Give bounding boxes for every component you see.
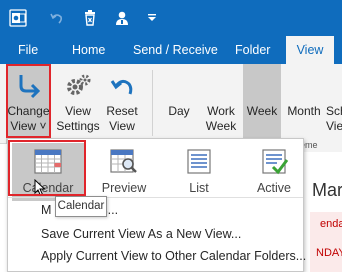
calendar-header-fragment: endar <box>320 218 342 230</box>
calendar-tooltip: Calendar <box>55 196 107 217</box>
delete-icon[interactable] <box>82 9 98 27</box>
view-option-list-label: List <box>189 181 209 195</box>
view-option-preview-label: Preview <box>101 181 147 195</box>
day-view-label: Day <box>168 104 190 118</box>
month-view-label: Month <box>287 104 321 118</box>
preview-icon <box>88 147 160 177</box>
schedule-view-label: Sch <box>326 104 342 118</box>
active-icon <box>238 147 310 177</box>
change-view-button[interactable]: Change View ˅ <box>6 64 51 144</box>
view-option-active[interactable]: Active <box>238 143 310 201</box>
tab-home[interactable]: Home <box>72 36 105 64</box>
view-settings-button[interactable]: View Settings <box>54 64 102 144</box>
gear-icon <box>54 72 102 102</box>
schedule-view-label-2: Vie <box>326 119 342 133</box>
change-view-dropdown: Calendar Preview List Active Ms... Save … <box>7 138 306 272</box>
reset-view-label-2: View <box>109 119 135 133</box>
undo-icon[interactable] <box>49 9 65 27</box>
day-view-button[interactable]: Day <box>160 64 198 144</box>
work-week-view-button[interactable]: Work Week <box>201 64 241 144</box>
tab-send-receive[interactable]: Send / Receive <box>133 36 218 64</box>
change-view-icon <box>6 72 51 102</box>
save-view-menu-item[interactable]: Save Current View As a New View... <box>41 227 241 241</box>
calendar-icon <box>12 147 84 177</box>
menu-divider <box>8 197 303 198</box>
change-view-label-2: View ˅ <box>10 119 47 133</box>
view-option-preview[interactable]: Preview <box>88 143 160 201</box>
tab-view[interactable]: View <box>286 36 334 64</box>
outlook-app-icon <box>8 9 28 27</box>
month-view-button[interactable]: Month <box>284 64 324 144</box>
list-icon <box>163 147 235 177</box>
reset-view-label: Reset <box>106 104 138 118</box>
calendar-date-heading: Mar <box>312 180 342 200</box>
ribbon-separator <box>152 70 153 136</box>
week-view-button[interactable]: Week <box>243 64 281 144</box>
mouse-cursor-icon <box>34 178 46 200</box>
manage-views-label-start: M <box>41 203 52 217</box>
view-option-list[interactable]: List <box>163 143 235 201</box>
view-settings-label: View <box>65 104 91 118</box>
ribbon-tabs: File Home Send / Receive Folder View <box>0 36 342 64</box>
work-week-label-2: Week <box>205 119 237 133</box>
week-view-label: Week <box>246 104 278 118</box>
title-bar <box>0 0 342 36</box>
customize-qat-icon[interactable] <box>145 9 159 27</box>
schedule-view-button[interactable]: Sch Vie <box>326 64 342 144</box>
apply-view-menu-item[interactable]: Apply Current View to Other Calendar Fol… <box>41 249 306 263</box>
view-option-calendar[interactable]: Calendar <box>12 143 84 201</box>
contacts-icon[interactable] <box>113 9 131 27</box>
reset-view-button[interactable]: Reset View <box>102 64 142 144</box>
reset-icon <box>102 72 142 102</box>
tab-folder[interactable]: Folder <box>235 36 270 64</box>
work-week-label: Work <box>207 104 235 118</box>
view-option-calendar-label: Calendar <box>22 181 74 195</box>
view-option-active-label: Active <box>256 181 292 195</box>
calendar-day-fragment: NDAY <box>316 247 342 259</box>
tab-file[interactable]: File <box>18 36 38 64</box>
change-view-label: Change <box>7 104 50 118</box>
ribbon: Change View ˅ View Settings Reset View D… <box>0 64 342 144</box>
view-settings-label-2: Settings <box>56 119 100 133</box>
